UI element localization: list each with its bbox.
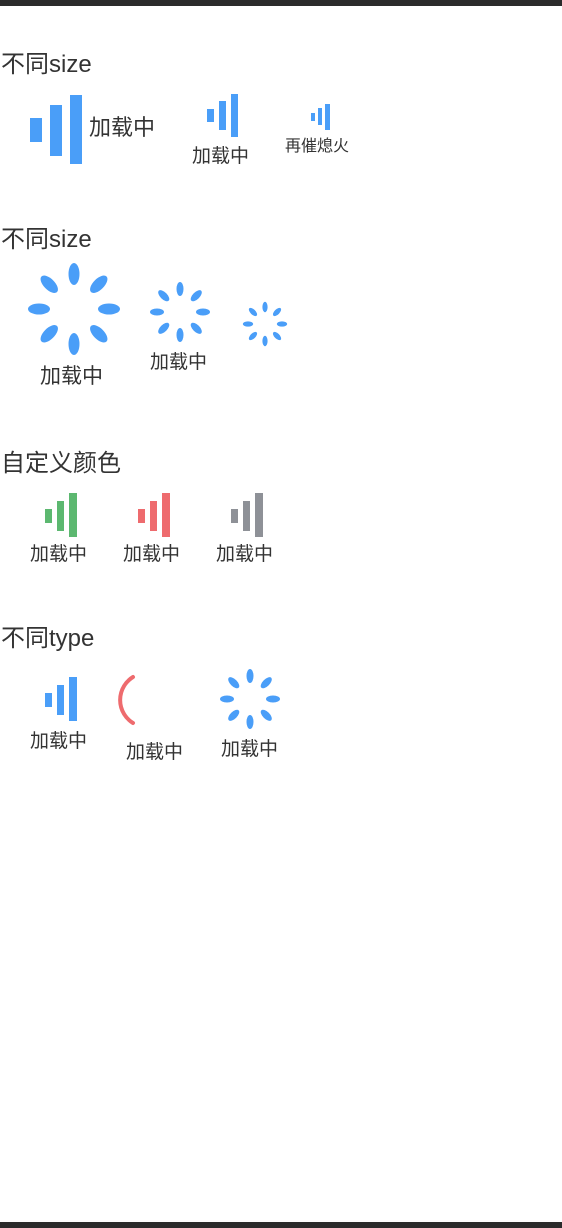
loading-label: 加载中: [126, 741, 184, 763]
loading-arc-icon: [118, 675, 135, 725]
loading-spinner-icon: [220, 669, 280, 729]
loading-label: 加载中: [30, 543, 88, 565]
loading-label: 加载中: [40, 364, 103, 388]
loading-label: 加载中: [123, 543, 181, 565]
bottom-edge-bar: [0, 1222, 562, 1228]
loading-spinner-icon: [28, 263, 120, 355]
section-title-size-bars: 不同size: [1, 51, 92, 78]
top-edge-bar: [0, 0, 562, 6]
section-title-size-spinner: 不同size: [1, 226, 92, 253]
loading-label: 加载中: [150, 351, 208, 373]
loading-label: 加载中: [216, 543, 274, 565]
loading-label: 加载中: [30, 730, 88, 752]
loading-spinner-icon: [150, 282, 210, 342]
loading-spinner-icon: [242, 301, 288, 347]
loading-label: 加载中: [221, 738, 279, 760]
section-title-type: 不同type: [1, 625, 95, 652]
loading-label: 加载中: [89, 116, 156, 141]
section-title-custom-color: 自定义颜色: [1, 450, 121, 477]
loading-label: 再催熄火: [285, 136, 350, 155]
loading-label: 加载中: [192, 145, 250, 167]
